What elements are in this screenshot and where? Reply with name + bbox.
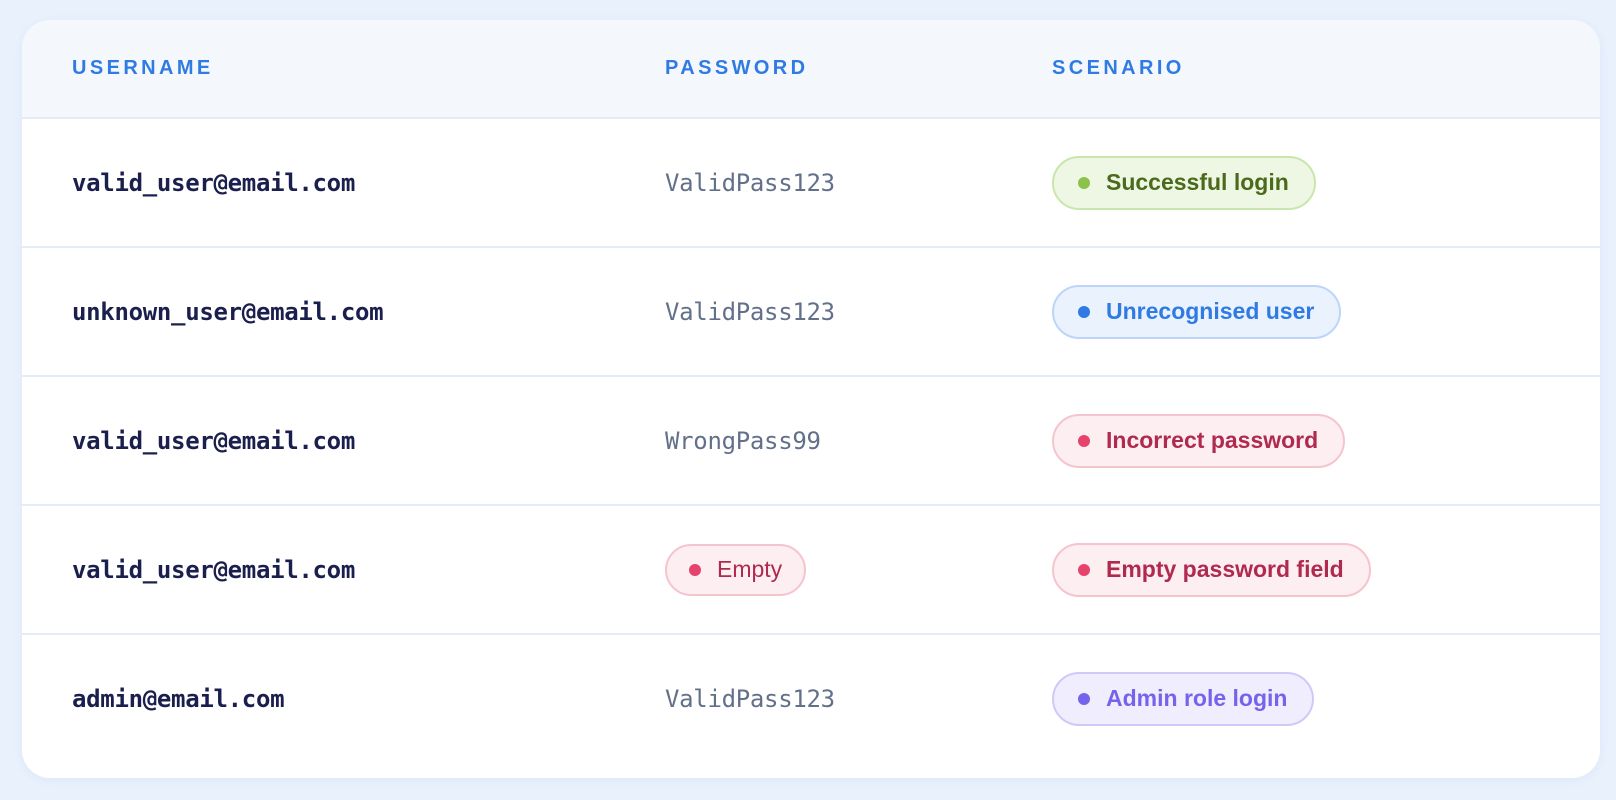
column-header-scenario: SCENARIO [1052,57,1185,79]
password-cell: WrongPass99 [665,426,821,455]
scenario-label: Successful login [1106,169,1289,195]
status-dot-icon [1078,692,1090,705]
table-row: unknown_user@email.com ValidPass123 Unre… [22,248,1600,377]
scenario-badge: Unrecognised user [1052,284,1342,339]
password-cell: ValidPass123 [665,168,835,197]
status-dot-icon [1078,563,1090,576]
table-row: valid_user@email.com WrongPass99 Incorre… [22,377,1600,506]
scenario-badge: Empty password field [1052,542,1371,597]
table-row: admin@email.com ValidPass123 Admin role … [22,635,1600,762]
password-cell: ValidPass123 [665,297,835,326]
scenario-badge: Successful login [1052,155,1316,210]
scenario-label: Incorrect password [1106,427,1319,453]
test-credentials-table: USERNAME PASSWORD SCENARIO valid_user@em… [22,20,1600,778]
scenario-label: Admin role login [1106,685,1288,711]
scenario-label: Empty password field [1106,556,1344,582]
status-dot-icon [1078,176,1090,189]
password-cell: ValidPass123 [665,684,835,713]
scenario-badge: Admin role login [1052,671,1315,726]
table-row: valid_user@email.com Empty Empty passwor… [22,506,1600,635]
column-header-username: USERNAME [72,57,214,79]
table-row: valid_user@email.com ValidPass123 Succes… [22,119,1600,248]
username-cell: valid_user@email.com [72,555,355,584]
status-dot-icon [1078,305,1090,318]
password-badge-label: Empty [717,556,783,582]
username-cell: admin@email.com [72,684,285,713]
empty-password-badge: Empty [665,543,807,596]
username-cell: valid_user@email.com [72,168,355,197]
username-cell: valid_user@email.com [72,426,355,455]
status-dot-icon [1078,434,1090,447]
table-header: USERNAME PASSWORD SCENARIO [22,20,1600,119]
username-cell: unknown_user@email.com [72,297,384,326]
scenario-label: Unrecognised user [1106,298,1315,324]
scenario-badge: Incorrect password [1052,413,1346,468]
status-dot-icon [689,563,701,576]
column-header-password: PASSWORD [665,57,809,79]
